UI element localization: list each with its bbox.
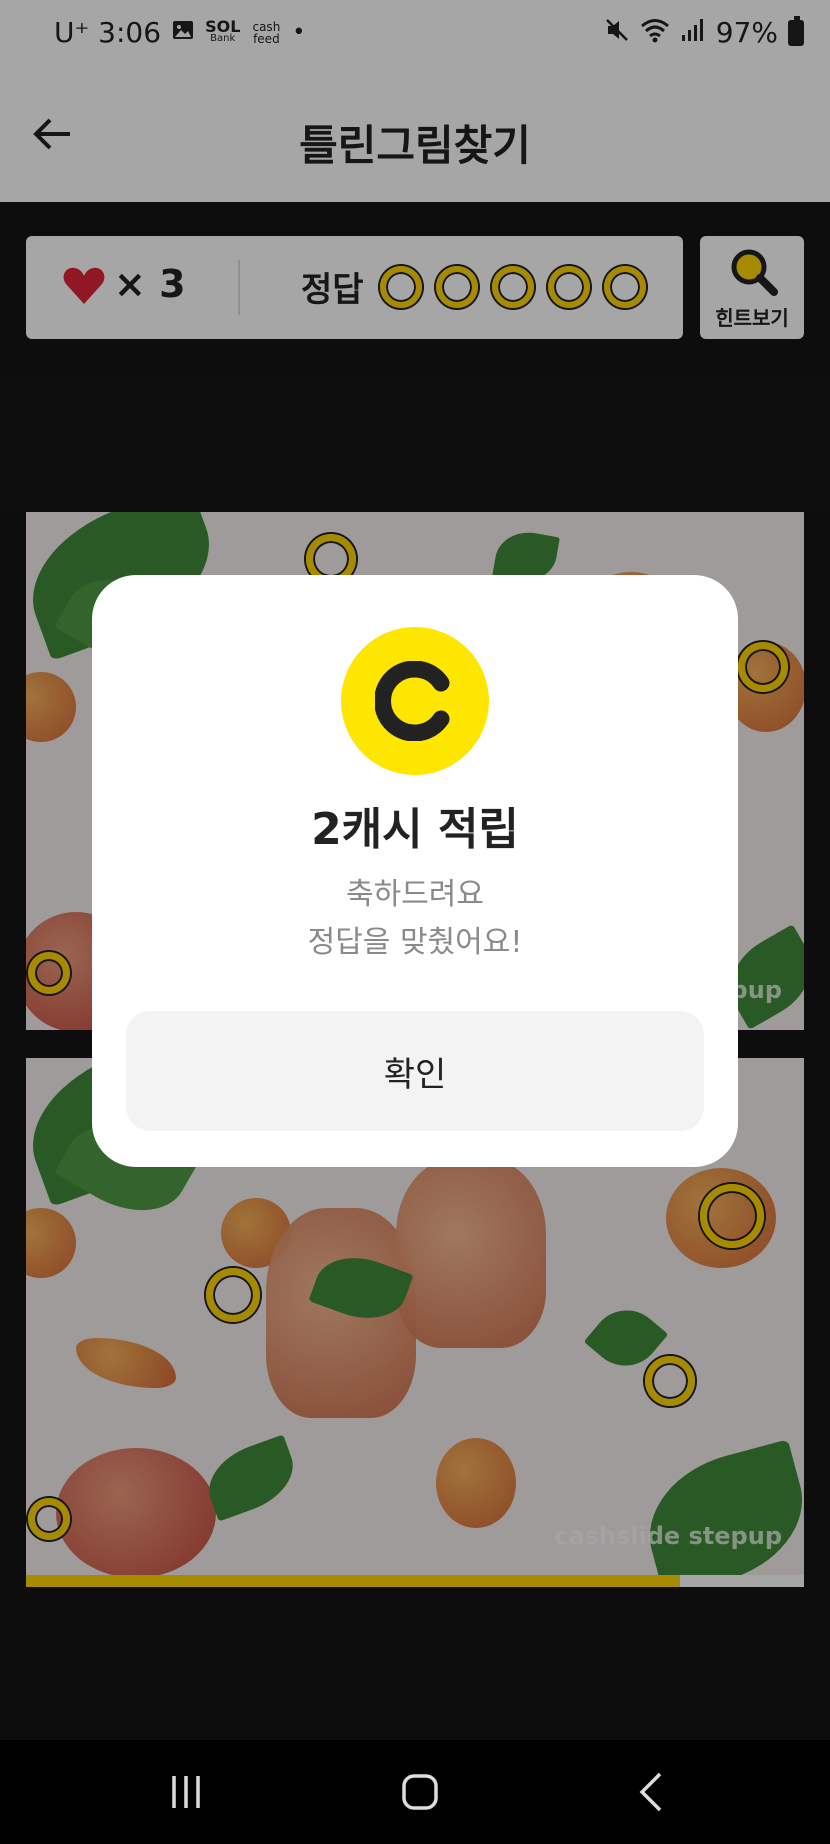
cash-coin-icon [341, 627, 489, 775]
back-icon[interactable] [622, 1770, 682, 1814]
correct-message: 정답을 맞췄어요! [307, 925, 523, 960]
find-difference-screen: U⁺ 3:06 SOL Bank cash feed • 97% 틀린그림찾기 … [0, 0, 830, 1844]
system-nav-bar [0, 1740, 830, 1844]
congrats-message: 축하드려요 [346, 877, 484, 912]
recent-apps-icon[interactable] [156, 1770, 216, 1814]
reward-amount: 2캐시 적립 [311, 804, 519, 855]
confirm-button[interactable]: 확인 [126, 1011, 704, 1131]
home-icon[interactable] [390, 1770, 450, 1814]
coin-letter-icon [375, 661, 450, 741]
reward-dialog: 2캐시 적립 축하드려요 정답을 맞췄어요! 확인 [92, 575, 738, 1167]
